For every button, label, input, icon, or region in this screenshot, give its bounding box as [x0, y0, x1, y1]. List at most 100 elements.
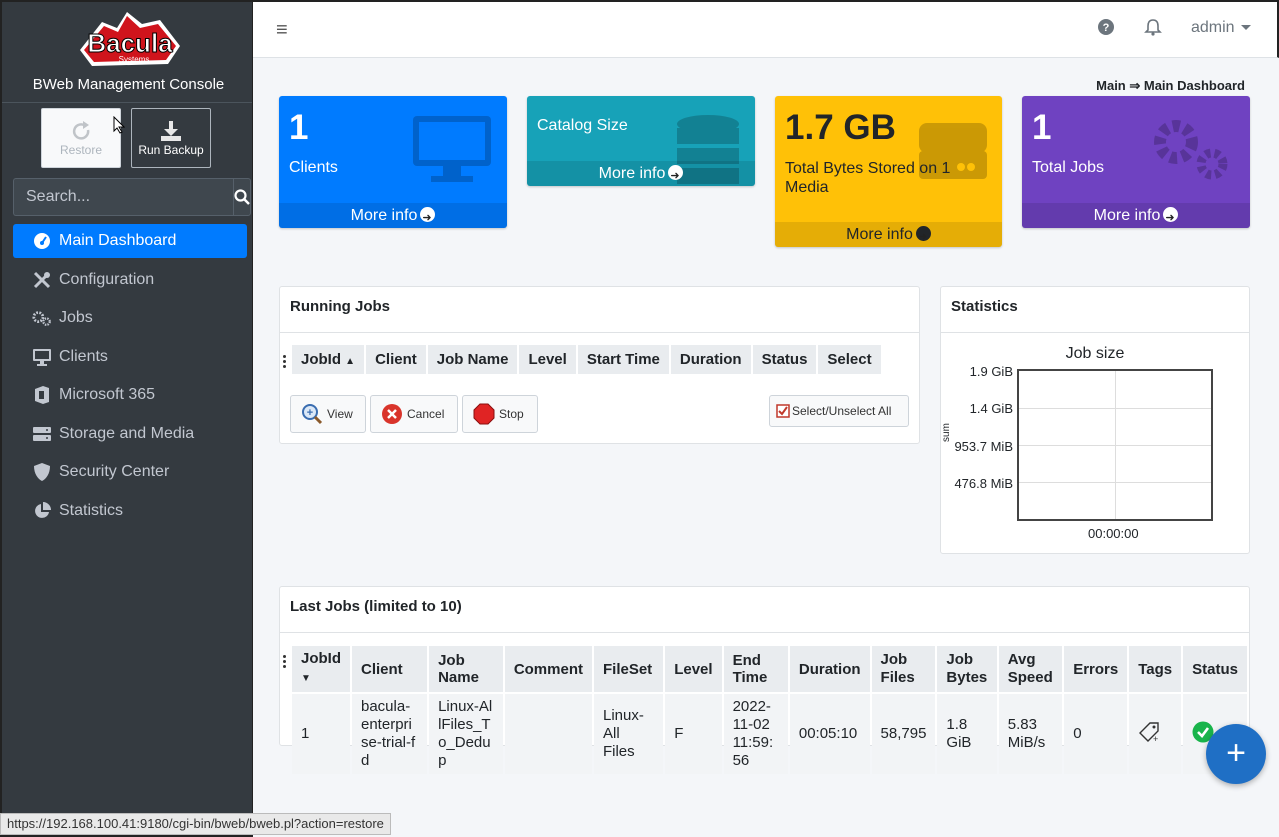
more-info-label: More info [846, 226, 913, 243]
cell-fileset[interactable]: Linux-All Files [593, 694, 664, 774]
last-jobs-table: JobId ▼ Client Job Name Comment FileSet L… [290, 644, 1249, 776]
select-unselect-all-button[interactable]: Select/Unselect All [769, 395, 909, 427]
bacula-logo[interactable]: Bacula Systems [72, 10, 188, 72]
sidebar-item-jobs[interactable]: Jobs [13, 301, 247, 335]
grid-line [1115, 371, 1116, 519]
x-tick-label: 00:00:00 [1088, 526, 1139, 541]
catalog-size-box: Catalog Size More info [527, 96, 755, 186]
column-header-level[interactable]: Level [665, 646, 722, 692]
stop-sign-icon [473, 403, 495, 425]
browser-status-url: https://192.168.100.41:9180/cgi-bin/bweb… [0, 813, 391, 835]
total-jobs-label: Total Jobs [1032, 159, 1105, 176]
y-tick-label: 1.4 GiB [969, 401, 1013, 416]
column-header-errors[interactable]: Errors [1064, 646, 1128, 692]
sidebar: Bacula Systems BWeb Management Console R… [0, 0, 253, 837]
table-header-row: JobId ▼ Client Job Name Comment FileSet L… [292, 646, 1247, 692]
jobs-more-info-link[interactable]: More info [1022, 203, 1250, 228]
sidebar-item-label: Security Center [59, 463, 170, 480]
table-row[interactable]: 1 bacula-enterprise-trial-fd Linux-AllFi… [292, 694, 1247, 774]
column-menu-icon[interactable] [283, 355, 289, 370]
bytes-stored-value: 1.7 GB [785, 108, 896, 147]
column-header-job-bytes[interactable]: Job Bytes [937, 646, 997, 692]
column-header-start-time[interactable]: Start Time [577, 345, 669, 374]
magnifier-icon: + [302, 404, 323, 425]
chart-title: Job size [1065, 345, 1125, 362]
sidebar-nav: Main Dashboard Configuration Jobs Client… [13, 224, 247, 532]
column-header-comment[interactable]: Comment [504, 646, 592, 692]
sidebar-item-security-center[interactable]: Security Center [13, 455, 247, 489]
stop-button[interactable]: Stop [462, 395, 538, 433]
sidebar-item-microsoft-365[interactable]: Microsoft 365 [13, 378, 247, 412]
restore-button[interactable]: Restore [41, 108, 121, 168]
column-header-avg-speed[interactable]: Avg Speed [998, 646, 1063, 692]
user-menu[interactable]: admin [1191, 19, 1251, 37]
bytes-more-info-link[interactable]: More info [775, 222, 1002, 247]
sidebar-item-configuration[interactable]: Configuration [13, 263, 247, 297]
shield-icon [32, 463, 52, 481]
column-header-job-name[interactable]: Job Name [427, 345, 518, 374]
view-button[interactable]: + View [290, 395, 366, 433]
last-jobs-card: Last Jobs (limited to 10) JobId ▼ Client … [279, 586, 1250, 774]
running-jobs-card: Running Jobs JobId ▲ Client Job Name Lev… [279, 286, 920, 444]
column-header-duration[interactable]: Duration [670, 345, 751, 374]
y-tick-label: 953.7 MiB [954, 439, 1013, 454]
checkbox-icon [776, 404, 790, 418]
cell-job-name[interactable]: Linux-AllFiles_To_Dedup [429, 694, 503, 774]
search-input[interactable] [13, 178, 233, 216]
cell-tags[interactable]: + [1129, 694, 1182, 774]
menu-toggle-icon[interactable]: ≡ [276, 19, 288, 42]
run-backup-button[interactable]: Run Backup [131, 108, 211, 168]
help-icon[interactable]: ? [1097, 18, 1115, 36]
sidebar-item-main-dashboard[interactable]: Main Dashboard [13, 224, 247, 258]
arrow-circle-right-icon [915, 225, 931, 247]
bell-icon[interactable] [1144, 18, 1162, 36]
cancel-button[interactable]: Cancel [370, 395, 458, 433]
bytes-stored-label: Total Bytes Stored on 1 Media [785, 160, 951, 196]
sidebar-item-clients[interactable]: Clients [13, 340, 247, 374]
cell-errors: 0 [1064, 694, 1128, 774]
sort-asc-icon: ▲ [345, 356, 356, 367]
cell-comment [504, 694, 592, 774]
sidebar-item-storage-and-media[interactable]: Storage and Media [13, 417, 247, 451]
column-header-status[interactable]: Status [1183, 646, 1247, 692]
cell-client[interactable]: bacula-enterprise-trial-fd [352, 694, 428, 774]
column-header-jobid[interactable]: JobId ▼ [292, 646, 350, 692]
column-header-status[interactable]: Status [752, 345, 817, 374]
arrow-circle-right-icon [668, 164, 684, 186]
cell-jobid[interactable]: 1 [292, 694, 350, 774]
mouse-cursor-icon [113, 116, 125, 134]
svg-text:+: + [1153, 734, 1158, 743]
column-header-job-files[interactable]: Job Files [871, 646, 936, 692]
search-icon [234, 189, 250, 205]
clients-label: Clients [289, 159, 338, 176]
column-header-client[interactable]: Client [352, 646, 428, 692]
column-header-tags[interactable]: Tags [1129, 646, 1182, 692]
sort-desc-icon: ▼ [301, 673, 311, 684]
column-header-jobid[interactable]: JobId ▲ [292, 345, 365, 374]
search-button[interactable] [233, 178, 251, 216]
svg-text:Systems: Systems [119, 55, 150, 64]
sidebar-item-label: Main Dashboard [59, 232, 177, 249]
clients-more-info-link[interactable]: More info [279, 203, 507, 228]
column-header-duration[interactable]: Duration [789, 646, 870, 692]
sidebar-item-statistics[interactable]: Statistics [13, 494, 247, 528]
column-header-job-name[interactable]: Job Name [429, 646, 503, 692]
running-jobs-table: JobId ▲ Client Job Name Level Start Time… [290, 343, 883, 376]
column-header-client[interactable]: Client [366, 345, 426, 374]
desktop-icon [32, 348, 52, 366]
column-header-select[interactable]: Select [818, 345, 881, 374]
dashboard-icon [32, 232, 52, 250]
table-header-row: JobId ▲ Client Job Name Level Start Time… [292, 345, 881, 374]
column-menu-icon[interactable] [283, 655, 289, 670]
column-header-level[interactable]: Level [519, 345, 576, 374]
column-header-fileset[interactable]: FileSet [593, 646, 664, 692]
tag-add-icon[interactable]: + [1138, 721, 1160, 744]
total-jobs-box: 1 Total Jobs More info [1022, 96, 1250, 228]
catalog-more-info-link[interactable]: More info [527, 161, 755, 186]
more-info-label: More info [350, 207, 418, 224]
statistics-title: Statistics [941, 287, 1249, 333]
cogs-icon [1154, 120, 1228, 180]
svg-text:?: ? [1103, 22, 1110, 34]
add-fab-button[interactable]: + [1206, 724, 1266, 784]
column-header-end-time[interactable]: End Time [723, 646, 788, 692]
